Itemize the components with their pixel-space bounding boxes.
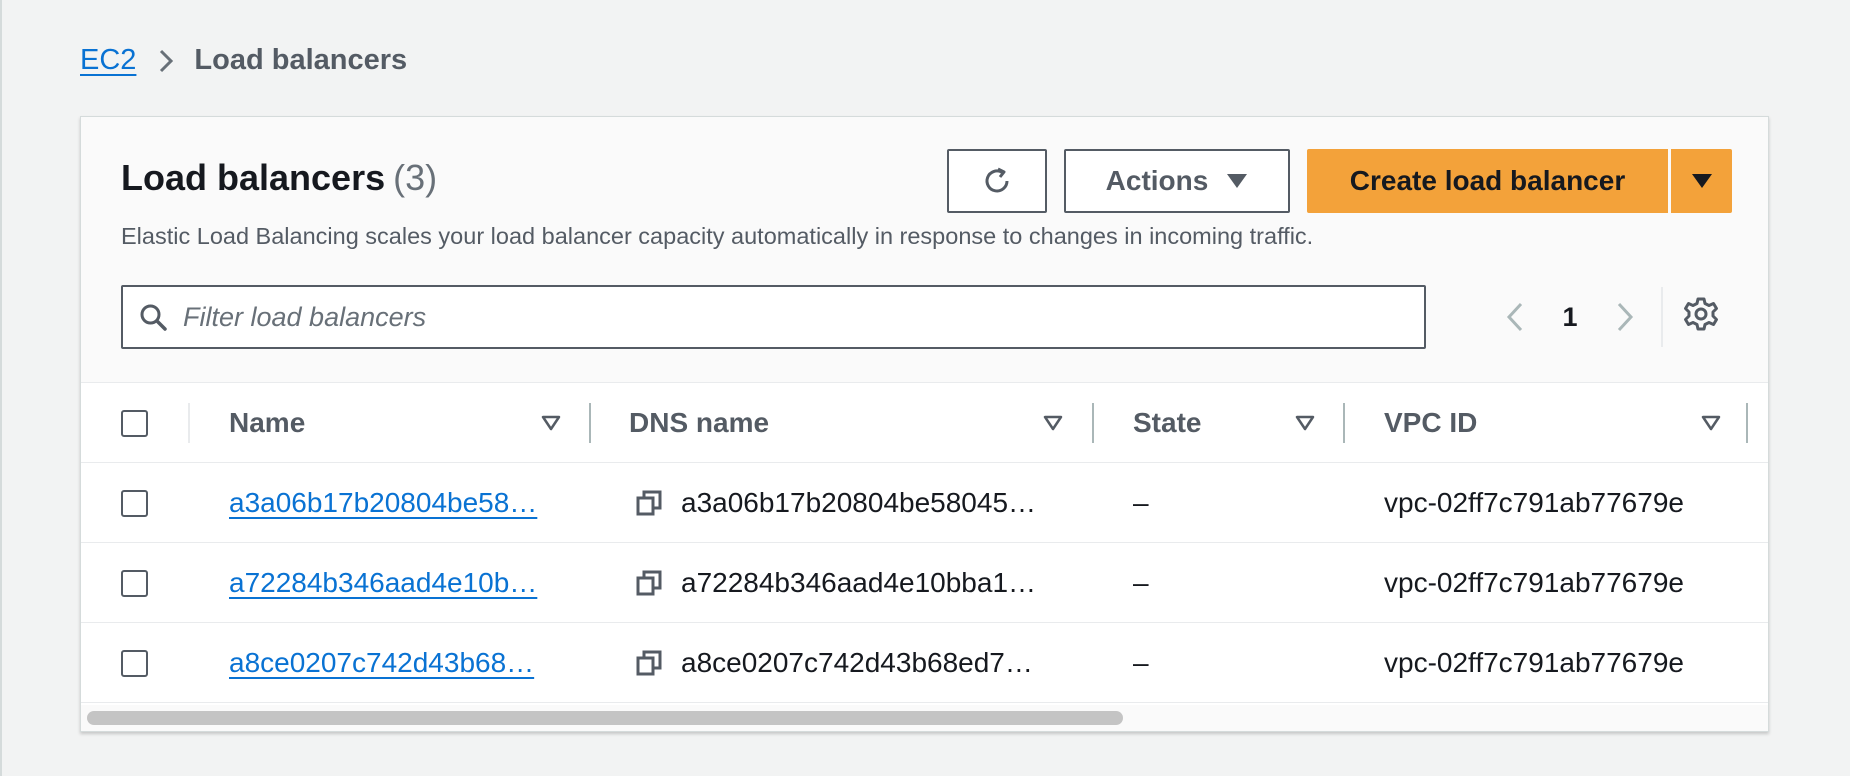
select-all-checkbox[interactable] xyxy=(121,410,148,437)
column-header-label: State xyxy=(1133,407,1202,438)
filter-input[interactable] xyxy=(183,301,1424,333)
row-checkbox[interactable] xyxy=(121,490,148,517)
state-cell: – xyxy=(1133,567,1149,598)
actions-dropdown-button[interactable]: Actions xyxy=(1064,149,1290,213)
dns-name-text: a3a06b17b20804be58045… xyxy=(681,487,1037,518)
chevron-right-icon xyxy=(158,48,174,74)
row-checkbox[interactable] xyxy=(121,570,148,597)
caret-down-icon xyxy=(1691,173,1713,189)
scrollbar-thumb[interactable] xyxy=(87,711,1123,725)
breadcrumb: EC2 Load balancers xyxy=(80,44,407,77)
dns-name-text: a72284b346aad4e10bba1… xyxy=(681,567,1037,598)
create-options-dropdown-button[interactable] xyxy=(1671,149,1732,213)
table-header: Name DNS name State VPC ID xyxy=(81,383,1768,463)
table-row[interactable]: a3a06b17b20804be58… a3a06b17b20804be5804… xyxy=(81,463,1768,543)
column-header-label: DNS name xyxy=(629,407,770,438)
sort-icon[interactable] xyxy=(1295,383,1315,463)
vpc-id-cell: vpc-02ff7c791ab77679e xyxy=(1384,647,1684,678)
panel-header: Load balancers (3) Elastic Load Balancing… xyxy=(81,117,1768,383)
sort-icon[interactable] xyxy=(1043,383,1063,463)
table-row[interactable]: a8ce0207c742d43b68… a8ce0207c742d43b68ed… xyxy=(81,623,1768,703)
load-balancer-name-link[interactable]: a72284b346aad4e10b… xyxy=(229,543,537,623)
actions-label: Actions xyxy=(1105,165,1209,196)
column-header-label: Name xyxy=(229,407,306,438)
left-edge-rule xyxy=(0,0,2,776)
breadcrumb-ec2-link[interactable]: EC2 xyxy=(80,44,136,77)
search-icon xyxy=(139,303,167,331)
page-title: Load balancers (3) xyxy=(121,157,437,199)
pagination: 1 xyxy=(1491,285,1649,349)
previous-page-button[interactable] xyxy=(1491,301,1539,333)
vpc-id-cell: vpc-02ff7c791ab77679e xyxy=(1384,487,1684,518)
column-resize-handle[interactable] xyxy=(589,403,591,443)
column-resize-handle[interactable] xyxy=(1092,403,1094,443)
sort-icon[interactable] xyxy=(1701,383,1721,463)
sort-icon[interactable] xyxy=(541,383,561,463)
table-row[interactable]: a72284b346aad4e10b… a72284b346aad4e10bba… xyxy=(81,543,1768,623)
caret-down-icon xyxy=(1226,173,1248,189)
item-count: (3) xyxy=(393,157,438,198)
column-resize-handle[interactable] xyxy=(1343,403,1345,443)
load-balancer-name-link[interactable]: a3a06b17b20804be58… xyxy=(229,463,537,543)
load-balancers-panel: Load balancers (3) Elastic Load Balancing… xyxy=(80,116,1769,732)
dns-name-text: a8ce0207c742d43b68ed7… xyxy=(681,647,1033,678)
dns-name-cell: a3a06b17b20804be58045… xyxy=(635,463,1036,543)
vpc-id-cell: vpc-02ff7c791ab77679e xyxy=(1384,567,1684,598)
column-header-vpc-id[interactable]: VPC ID xyxy=(1384,383,1477,463)
gear-icon[interactable] xyxy=(1683,296,1719,332)
create-button-group: Create load balancer xyxy=(1307,149,1732,213)
column-divider xyxy=(188,403,190,443)
next-page-button[interactable] xyxy=(1601,301,1649,333)
refresh-icon xyxy=(980,164,1014,198)
panel-description: Elastic Load Balancing scales your load … xyxy=(121,223,1314,249)
load-balancers-table: Name DNS name State VPC ID a3a06b17b2080… xyxy=(81,383,1768,703)
pager-divider xyxy=(1661,287,1663,347)
column-header-name[interactable]: Name xyxy=(229,383,305,463)
page-number-button[interactable]: 1 xyxy=(1539,302,1601,333)
dns-name-cell: a72284b346aad4e10bba1… xyxy=(635,543,1036,623)
dns-name-cell: a8ce0207c742d43b68ed7… xyxy=(635,623,1033,703)
create-load-balancer-button[interactable]: Create load balancer xyxy=(1307,149,1668,213)
filter-field xyxy=(121,285,1426,349)
copy-icon[interactable] xyxy=(635,489,663,517)
column-header-label: VPC ID xyxy=(1384,407,1478,438)
refresh-button[interactable] xyxy=(947,149,1047,213)
column-header-dns-name[interactable]: DNS name xyxy=(629,383,769,463)
row-checkbox[interactable] xyxy=(121,650,148,677)
state-cell: – xyxy=(1133,647,1149,678)
column-resize-handle[interactable] xyxy=(1746,403,1748,443)
copy-icon[interactable] xyxy=(635,649,663,677)
load-balancer-name-link[interactable]: a8ce0207c742d43b68… xyxy=(229,623,534,703)
copy-icon[interactable] xyxy=(635,569,663,597)
column-header-state[interactable]: State xyxy=(1133,383,1201,463)
breadcrumb-current: Load balancers xyxy=(194,44,408,76)
title-text: Load balancers xyxy=(121,157,386,198)
state-cell: – xyxy=(1133,487,1149,518)
horizontal-scrollbar[interactable] xyxy=(81,705,1768,731)
